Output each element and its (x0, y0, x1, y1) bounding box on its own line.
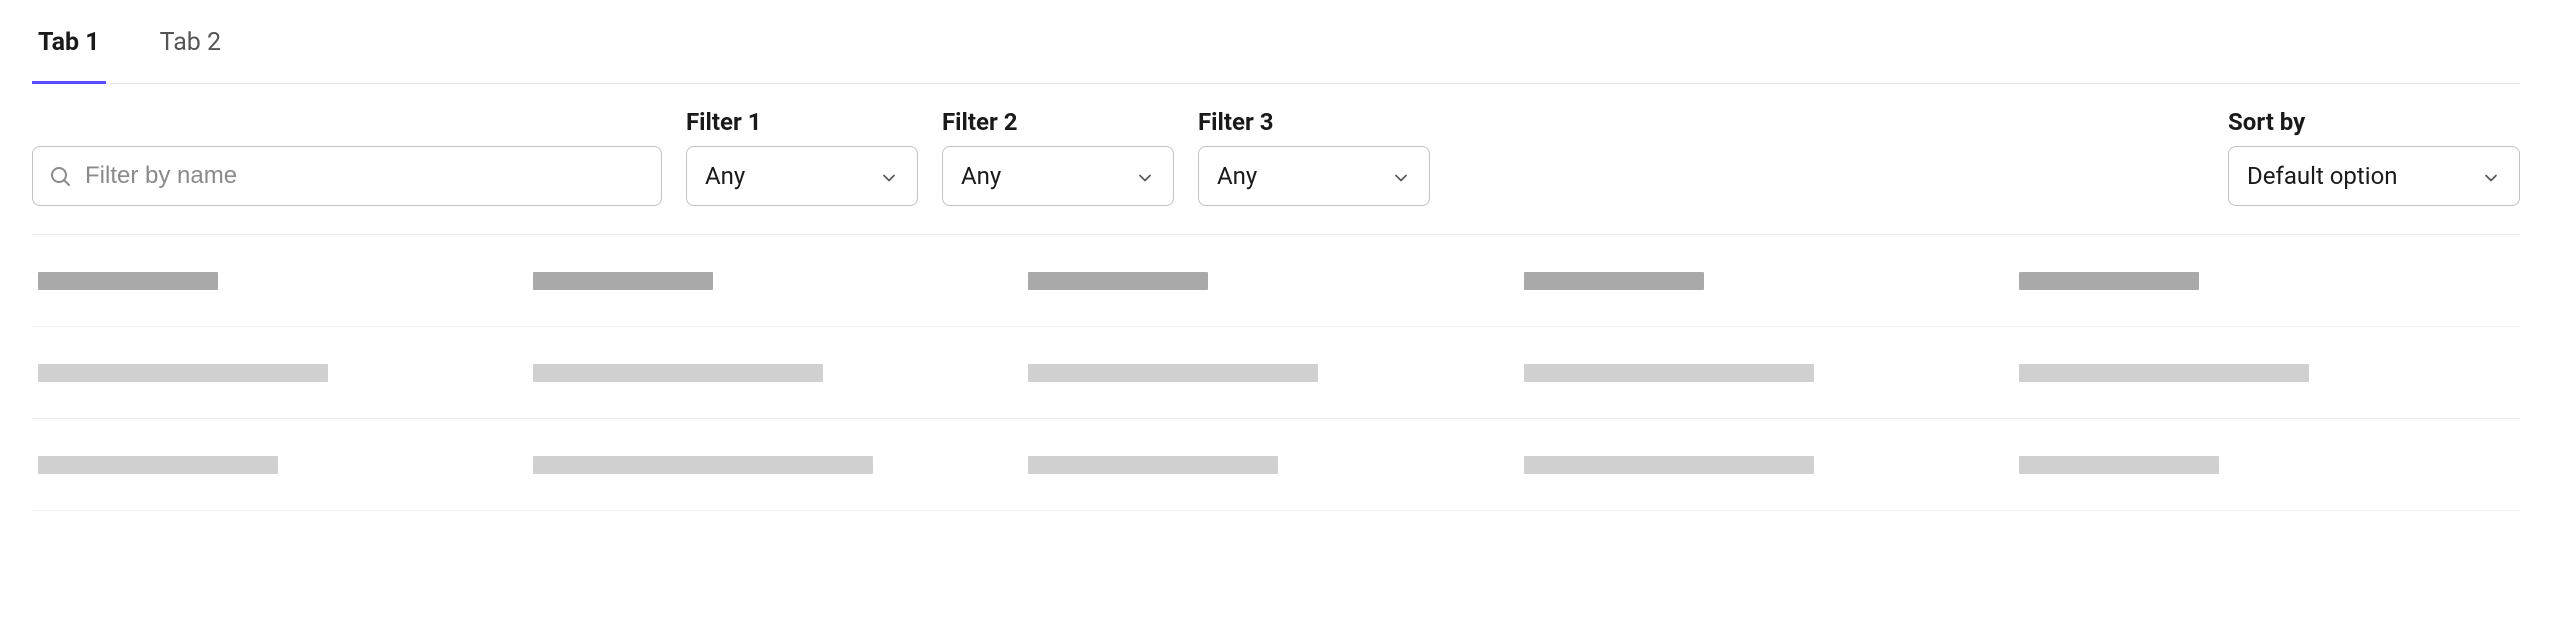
filter-1-group: Filter 1 Any (686, 108, 918, 206)
chevron-down-icon (1135, 166, 1155, 186)
chevron-down-icon (2481, 166, 2501, 186)
filter-3-value: Any (1217, 162, 1257, 190)
filter-1-label: Filter 1 (686, 108, 918, 136)
search-wrap (32, 146, 662, 206)
table-header-cell (1524, 272, 2019, 290)
table-header-row (32, 235, 2520, 327)
controls-row: Filter 1 Any Filter 2 Any Filter 3 Any (32, 84, 2520, 234)
table-cell (1028, 364, 1523, 382)
filter-1-select[interactable]: Any (686, 146, 918, 206)
table-header-cell (533, 272, 1028, 290)
table-header-cell (2019, 272, 2514, 290)
table-header-cell (1028, 272, 1523, 290)
skeleton-placeholder (1028, 364, 1318, 382)
filter-2-group: Filter 2 Any (942, 108, 1174, 206)
chevron-down-icon (879, 166, 899, 186)
filter-2-label: Filter 2 (942, 108, 1174, 136)
table-row (32, 327, 2520, 419)
skeleton-placeholder (533, 272, 713, 290)
table-cell (38, 456, 533, 474)
skeleton-placeholder (38, 272, 218, 290)
skeleton-placeholder (1524, 272, 1704, 290)
skeleton-placeholder (1028, 456, 1278, 474)
table-header-cell (38, 272, 533, 290)
search-input[interactable] (32, 146, 662, 206)
tab-bar: Tab 1 Tab 2 (32, 0, 2520, 84)
skeleton-placeholder (38, 456, 278, 474)
tab-label: Tab 1 (38, 28, 100, 57)
table-cell (2019, 456, 2514, 474)
skeleton-placeholder (1028, 272, 1208, 290)
table-cell (38, 364, 533, 382)
tab-1[interactable]: Tab 1 (32, 28, 106, 84)
sort-group: Sort by Default option (2228, 108, 2520, 206)
sort-value: Default option (2247, 162, 2398, 190)
sort-select[interactable]: Default option (2228, 146, 2520, 206)
skeleton-placeholder (1524, 364, 1814, 382)
table-cell (533, 364, 1028, 382)
chevron-down-icon (1391, 166, 1411, 186)
table-cell (533, 456, 1028, 474)
skeleton-placeholder (2019, 272, 2199, 290)
skeleton-placeholder (1524, 456, 1814, 474)
skeleton-placeholder (38, 364, 328, 382)
filter-1-value: Any (705, 162, 745, 190)
filter-3-label: Filter 3 (1198, 108, 1430, 136)
skeleton-placeholder (2019, 456, 2219, 474)
skeleton-placeholder (533, 456, 873, 474)
filter-2-select[interactable]: Any (942, 146, 1174, 206)
skeleton-placeholder (533, 364, 823, 382)
tab-2[interactable]: Tab 2 (154, 28, 227, 83)
table-cell (1028, 456, 1523, 474)
sort-label: Sort by (2228, 108, 2520, 136)
filter-2-value: Any (961, 162, 1001, 190)
table-cell (2019, 364, 2514, 382)
filter-3-group: Filter 3 Any (1198, 108, 1430, 206)
search-group (32, 146, 662, 206)
results-table (32, 234, 2520, 511)
table-row (32, 419, 2520, 511)
table-cell (1524, 364, 2019, 382)
skeleton-placeholder (2019, 364, 2309, 382)
filter-3-select[interactable]: Any (1198, 146, 1430, 206)
search-icon (48, 164, 72, 188)
table-cell (1524, 456, 2019, 474)
tab-label: Tab 2 (160, 28, 221, 57)
